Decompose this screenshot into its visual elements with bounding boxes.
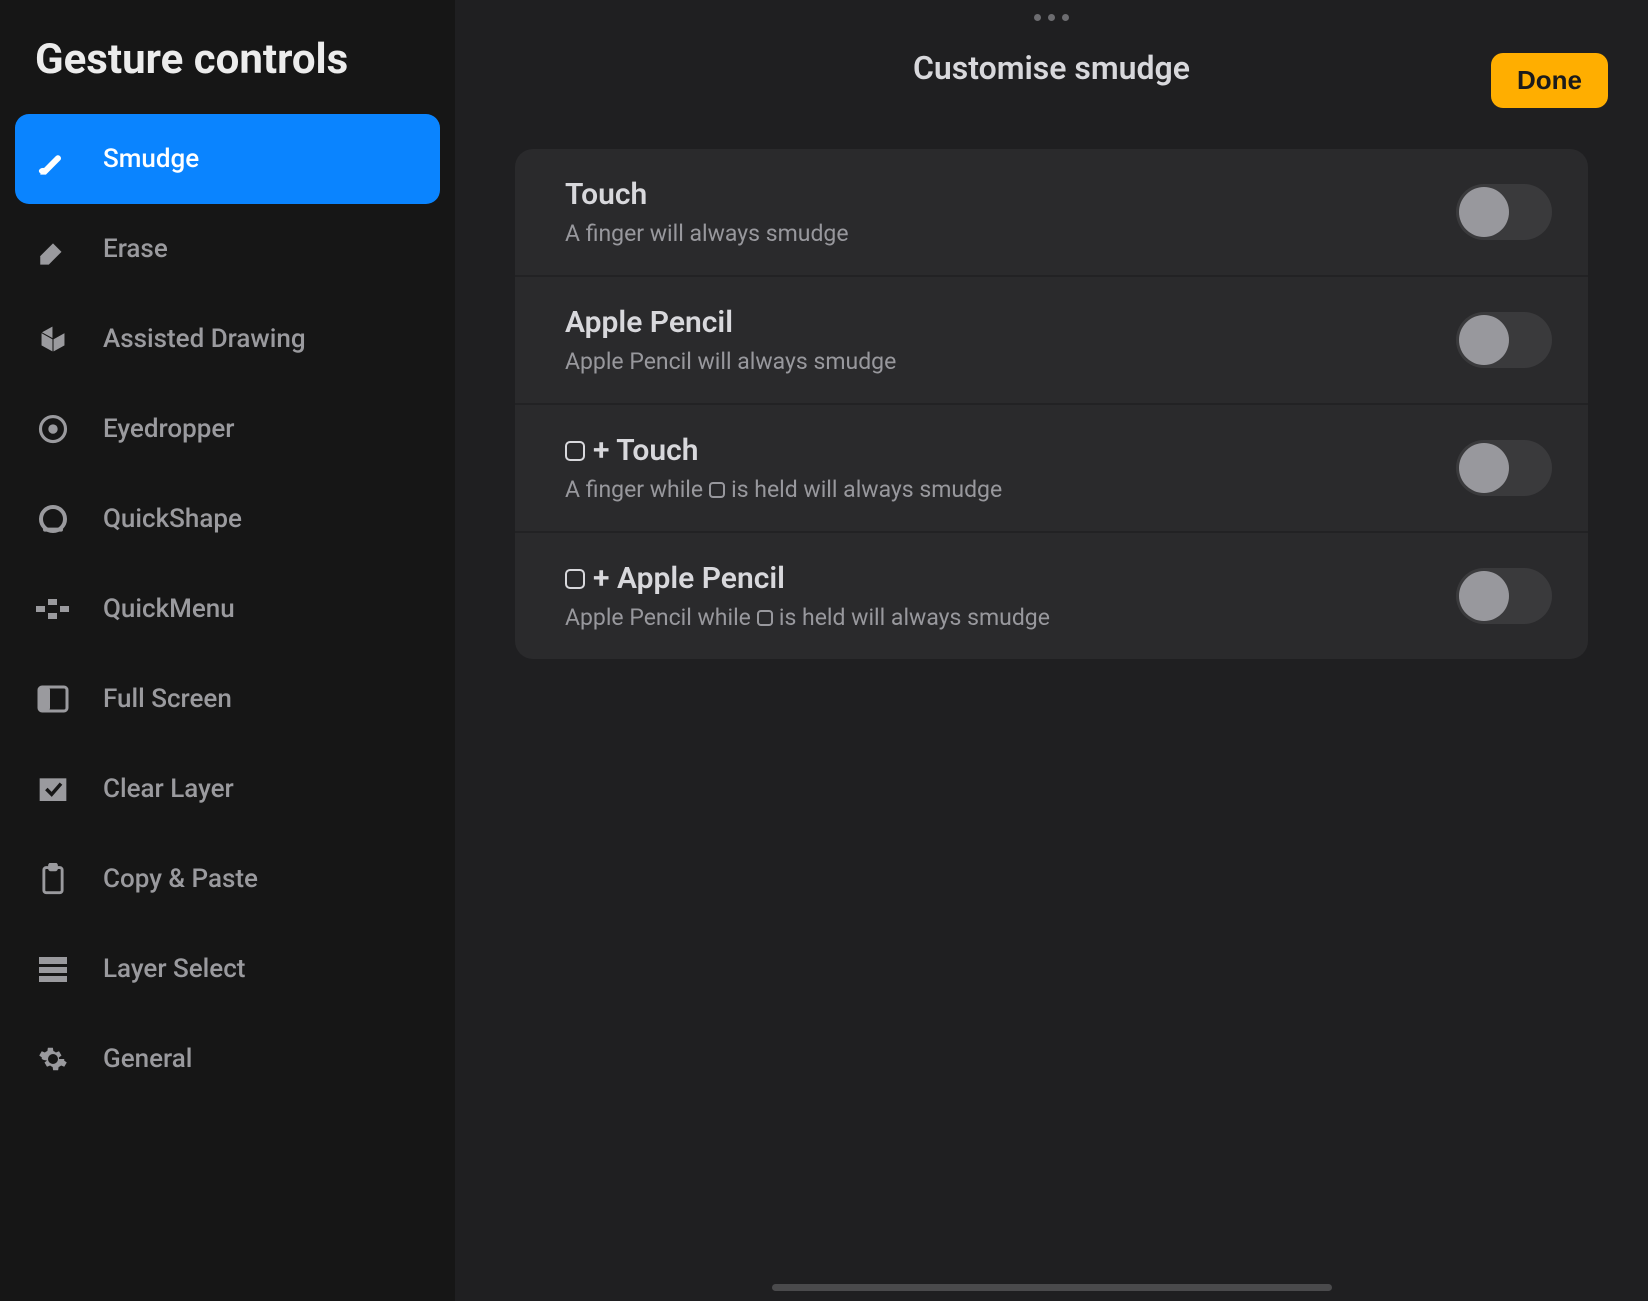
page-title: Customise smudge <box>913 49 1190 87</box>
sidebar-item-label: Layer Select <box>103 954 245 984</box>
sidebar-item-layer-select[interactable]: Layer Select <box>15 924 440 1014</box>
row-title: Apple Pencil <box>565 305 896 340</box>
settings-group: Touch A finger will always smudge Apple … <box>515 149 1588 659</box>
row-title: + Touch <box>565 433 1002 468</box>
fullscreen-icon <box>33 685 73 713</box>
target-icon <box>33 414 73 444</box>
quickmenu-icon <box>33 599 73 619</box>
row-title: Touch <box>565 177 849 212</box>
drag-handle[interactable] <box>455 0 1648 21</box>
modifier-square-icon <box>565 441 585 461</box>
sidebar-item-label: Clear Layer <box>103 774 234 804</box>
sidebar-item-label: General <box>103 1044 192 1074</box>
setting-row-mod-apple-pencil: + Apple Pencil Apple Pencil while is hel… <box>515 533 1588 659</box>
sidebar-item-assisted-drawing[interactable]: Assisted Drawing <box>15 294 440 384</box>
main-header: Customise smudge Done <box>455 21 1648 127</box>
quickshape-icon <box>33 503 73 535</box>
main-panel: Customise smudge Done Touch A finger wil… <box>455 0 1648 1301</box>
sidebar-item-eyedropper[interactable]: Eyedropper <box>15 384 440 474</box>
sidebar-item-general[interactable]: General <box>15 1014 440 1104</box>
sidebar-item-label: Smudge <box>103 144 199 174</box>
modifier-square-icon <box>757 610 773 626</box>
toggle-mod-touch[interactable] <box>1456 440 1552 496</box>
sidebar-item-label: QuickMenu <box>103 594 235 624</box>
sidebar-item-label: QuickShape <box>103 504 242 534</box>
sidebar-item-quickmenu[interactable]: QuickMenu <box>15 564 440 654</box>
clipboard-icon <box>33 863 73 895</box>
sidebar-item-label: Copy & Paste <box>103 864 258 894</box>
sidebar-item-smudge[interactable]: Smudge <box>15 114 440 204</box>
toggle-mod-apple-pencil[interactable] <box>1456 568 1552 624</box>
sidebar: Gesture controls Smudge Erase Assisted D… <box>0 0 455 1301</box>
gear-icon <box>33 1044 73 1074</box>
row-subtitle: A finger while is held will always smudg… <box>565 476 1002 503</box>
sidebar-item-full-screen[interactable]: Full Screen <box>15 654 440 744</box>
eraser-icon <box>33 232 73 266</box>
setting-row-apple-pencil: Apple Pencil Apple Pencil will always sm… <box>515 277 1588 405</box>
toggle-touch[interactable] <box>1456 184 1552 240</box>
sidebar-item-clear-layer[interactable]: Clear Layer <box>15 744 440 834</box>
sidebar-item-label: Full Screen <box>103 684 232 714</box>
sidebar-title: Gesture controls <box>15 25 440 114</box>
sidebar-item-label: Erase <box>103 234 168 264</box>
sidebar-item-quickshape[interactable]: QuickShape <box>15 474 440 564</box>
home-indicator <box>772 1284 1332 1291</box>
handle-dots-icon <box>1034 14 1069 21</box>
modifier-square-icon <box>565 569 585 589</box>
setting-row-mod-touch: + Touch A finger while is held will alwa… <box>515 405 1588 533</box>
sidebar-item-label: Assisted Drawing <box>103 324 306 354</box>
row-title: + Apple Pencil <box>565 561 1050 596</box>
check-square-icon <box>33 773 73 805</box>
row-subtitle: Apple Pencil while is held will always s… <box>565 604 1050 631</box>
sidebar-item-copy-paste[interactable]: Copy & Paste <box>15 834 440 924</box>
cube-icon <box>33 323 73 355</box>
layers-icon <box>33 955 73 983</box>
modifier-square-icon <box>709 482 725 498</box>
done-button[interactable]: Done <box>1491 53 1608 108</box>
setting-row-touch: Touch A finger will always smudge <box>515 149 1588 277</box>
sidebar-item-erase[interactable]: Erase <box>15 204 440 294</box>
sidebar-item-label: Eyedropper <box>103 414 234 444</box>
row-subtitle: A finger will always smudge <box>565 220 849 247</box>
row-subtitle: Apple Pencil will always smudge <box>565 348 896 375</box>
toggle-apple-pencil[interactable] <box>1456 312 1552 368</box>
smudge-icon <box>33 142 73 176</box>
